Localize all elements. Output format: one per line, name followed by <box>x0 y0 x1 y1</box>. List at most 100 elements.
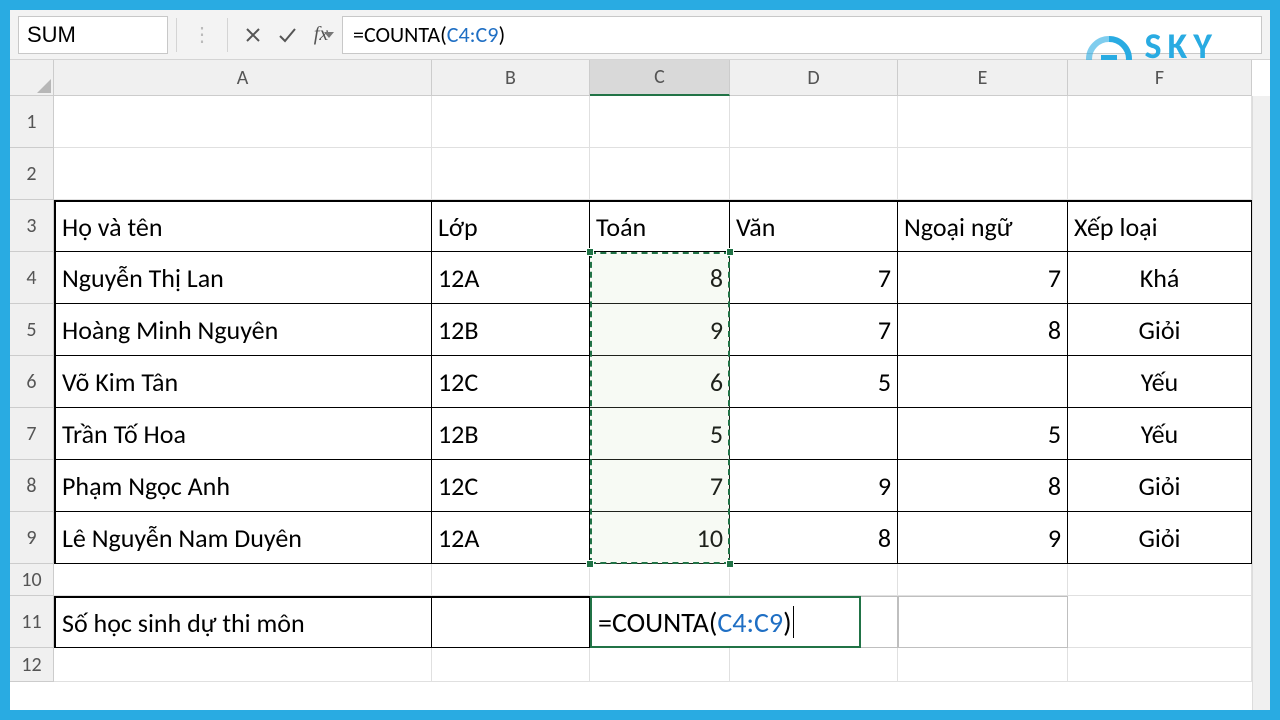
cell-A8[interactable]: Phạm Ngọc Anh <box>54 460 432 512</box>
cell-E8[interactable]: 8 <box>898 460 1068 512</box>
cell-A7[interactable]: Trần Tố Hoa <box>54 408 432 460</box>
formula-bar: ⋮ fx =COUNTA(C4:C9) <box>10 10 1270 60</box>
cell-B7[interactable]: 12B <box>432 408 590 460</box>
cell-F10[interactable] <box>1068 564 1252 596</box>
cell-E12[interactable] <box>898 648 1068 682</box>
cell-A4[interactable]: Nguyễn Thị Lan <box>54 252 432 304</box>
cell-C8[interactable]: 7 <box>590 460 730 512</box>
cell-F1[interactable] <box>1068 96 1252 148</box>
cell-F12[interactable] <box>1068 648 1252 682</box>
column-header-C[interactable]: C <box>590 60 730 96</box>
cell-B9[interactable]: 12A <box>432 512 590 564</box>
row-header-5[interactable]: 5 <box>10 304 54 356</box>
cell-B11[interactable] <box>432 596 590 648</box>
cell-B8[interactable]: 12C <box>432 460 590 512</box>
text-caret <box>793 606 794 638</box>
row-header-6[interactable]: 6 <box>10 356 54 408</box>
column-header-A[interactable]: A <box>54 60 432 96</box>
cell-A11[interactable]: Số học sinh dự thi môn <box>54 596 432 648</box>
cell-C6[interactable]: 6 <box>590 356 730 408</box>
row-header-11[interactable]: 11 <box>10 596 54 648</box>
column-header-E[interactable]: E <box>898 60 1068 96</box>
cell-C10[interactable] <box>590 564 730 596</box>
cell-F5[interactable]: Giỏi <box>1068 304 1252 356</box>
cell-C7[interactable]: 5 <box>590 408 730 460</box>
cell-B10[interactable] <box>432 564 590 596</box>
cell-D9[interactable]: 8 <box>730 512 898 564</box>
cell-B1[interactable] <box>432 96 590 148</box>
row-header-4[interactable]: 4 <box>10 252 54 304</box>
cell-D6[interactable]: 5 <box>730 356 898 408</box>
cell-C5[interactable]: 9 <box>590 304 730 356</box>
cell-F6[interactable]: Yếu <box>1068 356 1252 408</box>
cell-A10[interactable] <box>54 564 432 596</box>
row-header-9[interactable]: 9 <box>10 512 54 564</box>
cell-E3[interactable]: Ngoại ngữ <box>898 200 1068 252</box>
cell-D3[interactable]: Văn <box>730 200 898 252</box>
cell-C2[interactable] <box>590 148 730 200</box>
cell-B2[interactable] <box>432 148 590 200</box>
row-header-3[interactable]: 3 <box>10 200 54 252</box>
cell-A1[interactable] <box>54 96 432 148</box>
vertical-scrollbar[interactable] <box>1252 96 1270 710</box>
name-box-input[interactable] <box>19 22 323 48</box>
active-cell[interactable]: =COUNTA(C4:C9) <box>590 596 861 648</box>
row-header-2[interactable]: 2 <box>10 148 54 200</box>
cell-D12[interactable] <box>730 648 898 682</box>
cell-B6[interactable]: 12C <box>432 356 590 408</box>
cell-F3[interactable]: Xếp loại <box>1068 200 1252 252</box>
row-header-12[interactable]: 12 <box>10 648 54 682</box>
cell-E10[interactable] <box>898 564 1068 596</box>
active-cell-suffix: ) <box>783 605 792 640</box>
formula-text-prefix: =COUNTA( <box>353 21 447 48</box>
cell-B5[interactable]: 12B <box>432 304 590 356</box>
cell-E6[interactable] <box>898 356 1068 408</box>
cell-D5[interactable]: 7 <box>730 304 898 356</box>
logo-text-top: SKY <box>1145 28 1218 64</box>
row-header-10[interactable]: 10 <box>10 564 54 596</box>
name-box-dropdown[interactable] <box>323 17 335 53</box>
cell-F2[interactable] <box>1068 148 1252 200</box>
column-header-D[interactable]: D <box>730 60 898 96</box>
cell-D4[interactable]: 7 <box>730 252 898 304</box>
cell-F11[interactable] <box>1068 596 1252 648</box>
row-header-7[interactable]: 7 <box>10 408 54 460</box>
cell-F8[interactable]: Giỏi <box>1068 460 1252 512</box>
cell-F4[interactable]: Khá <box>1068 252 1252 304</box>
cell-C12[interactable] <box>590 648 730 682</box>
name-box[interactable] <box>18 16 168 54</box>
cell-B3[interactable]: Lớp <box>432 200 590 252</box>
cell-A6[interactable]: Võ Kim Tân <box>54 356 432 408</box>
cell-E1[interactable] <box>898 96 1068 148</box>
row-header-8[interactable]: 8 <box>10 460 54 512</box>
cell-D7[interactable] <box>730 408 898 460</box>
cell-E2[interactable] <box>898 148 1068 200</box>
cell-E4[interactable]: 7 <box>898 252 1068 304</box>
cell-A12[interactable] <box>54 648 432 682</box>
cell-C9[interactable]: 10 <box>590 512 730 564</box>
cell-A2[interactable] <box>54 148 432 200</box>
cell-E9[interactable]: 9 <box>898 512 1068 564</box>
cell-D10[interactable] <box>730 564 898 596</box>
active-cell-arg: C4:C9 <box>717 605 783 640</box>
cell-E7[interactable]: 5 <box>898 408 1068 460</box>
cell-C4[interactable]: 8 <box>590 252 730 304</box>
column-header-F[interactable]: F <box>1068 60 1252 96</box>
cell-D2[interactable] <box>730 148 898 200</box>
cell-B12[interactable] <box>432 648 590 682</box>
column-header-B[interactable]: B <box>432 60 590 96</box>
cell-C1[interactable] <box>590 96 730 148</box>
cell-A5[interactable]: Hoàng Minh Nguyên <box>54 304 432 356</box>
cell-D8[interactable]: 9 <box>730 460 898 512</box>
cell-E5[interactable]: 8 <box>898 304 1068 356</box>
cell-E11[interactable] <box>898 596 1068 648</box>
cell-B4[interactable]: 12A <box>432 252 590 304</box>
select-all-corner[interactable] <box>10 60 54 96</box>
cell-A3[interactable]: Họ và tên <box>54 200 432 252</box>
cell-F9[interactable]: Giỏi <box>1068 512 1252 564</box>
cell-D1[interactable] <box>730 96 898 148</box>
cell-F7[interactable]: Yếu <box>1068 408 1252 460</box>
cell-C3[interactable]: Toán <box>590 200 730 252</box>
cell-A9[interactable]: Lê Nguyễn Nam Duyên <box>54 512 432 564</box>
row-header-1[interactable]: 1 <box>10 96 54 148</box>
